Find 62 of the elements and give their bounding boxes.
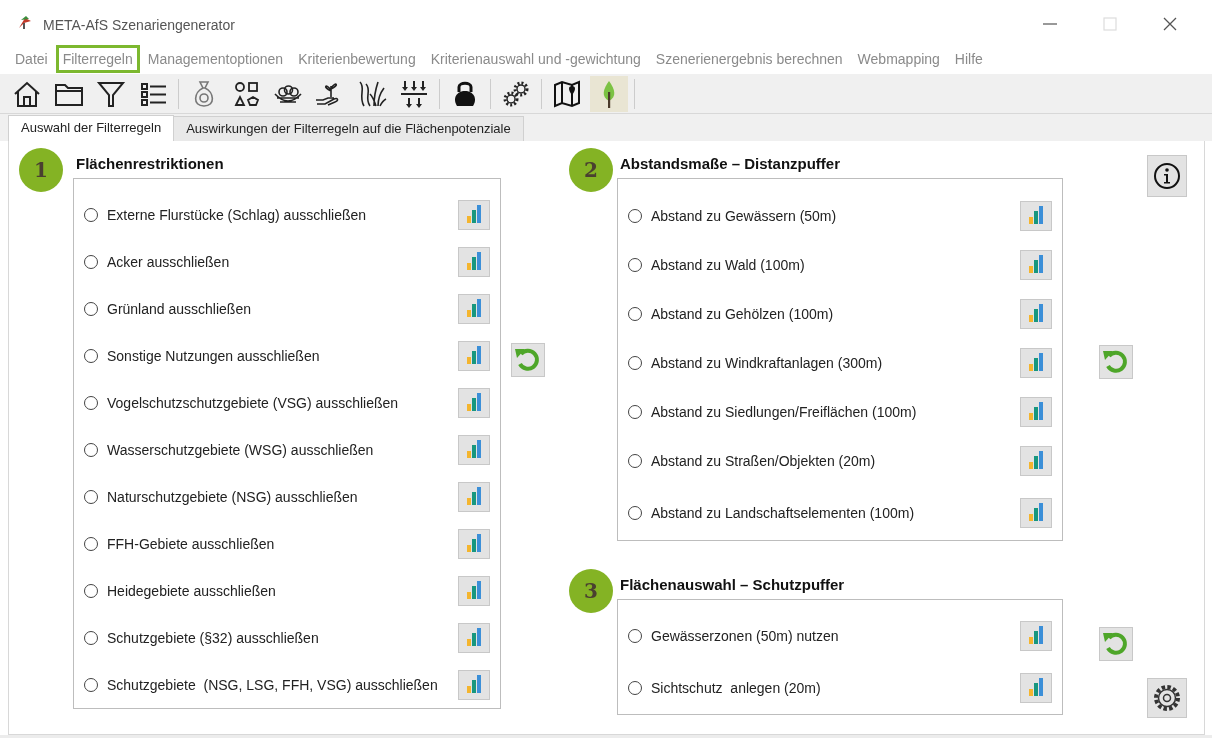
bar-chart-button[interactable] <box>458 434 490 465</box>
option-label: Abstand zu Wald (100m) <box>651 256 806 273</box>
window-title: META-AfS Szenariengenerator <box>43 16 235 33</box>
bar-chart-button[interactable] <box>1020 200 1052 231</box>
bar-chart-button[interactable] <box>1020 298 1052 329</box>
bar-chart-button[interactable] <box>458 622 490 653</box>
bar-chart-button[interactable] <box>458 199 490 230</box>
option-label: Abstand zu Windkraftanlagen (300m) <box>651 354 884 371</box>
close-icon[interactable] <box>1162 16 1178 32</box>
option-label: Gewässerzonen (50m) nutzen <box>651 628 840 644</box>
option-label: Wasserschutzgebiete (WSG) ausschließen <box>107 441 375 458</box>
info-button[interactable] <box>1147 155 1187 197</box>
menu-item[interactable]: Hilfe <box>947 45 990 73</box>
menu-item[interactable]: Managementoptionen <box>140 45 291 73</box>
step-number-badge: 2 <box>569 148 613 192</box>
option-label: Schutzgebiete (§32) ausschließen <box>107 629 320 646</box>
menu-item[interactable]: Szenerienergebnis berechnen <box>648 45 850 73</box>
bar-chart-button[interactable] <box>458 246 490 277</box>
bar-chart-button[interactable] <box>1020 445 1052 476</box>
option-label: Heidegebiete ausschließen <box>107 582 277 599</box>
bar-chart-button[interactable] <box>458 387 490 418</box>
bar-chart-button[interactable] <box>1020 347 1052 378</box>
bar-chart-button[interactable] <box>458 669 490 700</box>
option-label: Abstand zu Siedlungen/Freiflächen (100m) <box>651 403 918 420</box>
step-number-badge: 1 <box>19 148 63 192</box>
app-logo-icon <box>17 14 33 30</box>
bar-chart-button[interactable] <box>458 575 490 606</box>
option-label: Externe Flurstücke (Schlag) ausschließen <box>107 206 368 223</box>
bar-chart-button[interactable] <box>1020 621 1052 651</box>
menu-item[interactable]: Datei <box>8 45 55 73</box>
bar-chart-button[interactable] <box>1020 497 1052 528</box>
bar-chart-button[interactable] <box>458 481 490 512</box>
option-label: Schutzgebiete (NSG, LSG, FFH, VSG) ausschließen <box>107 676 439 693</box>
step-number-badge: 3 <box>569 569 613 613</box>
bar-chart-button[interactable] <box>1020 396 1052 427</box>
option-label: FFH-Gebiete ausschließen <box>107 535 276 552</box>
tab[interactable]: Auswirkungen der Filterregeln auf die Flächenpotenziale <box>173 116 524 141</box>
bar-chart-button[interactable] <box>458 528 490 559</box>
menu-item[interactable]: Webmapping <box>850 45 947 73</box>
option-label: Abstand zu Straßen/Objekten (20m) <box>651 452 877 469</box>
menu-item[interactable]: Kriterienbewertung <box>291 45 423 73</box>
menu-item[interactable]: Filterregeln <box>55 45 140 73</box>
option-label: Abstand zu Gehölzen (100m) <box>651 305 835 322</box>
settings-button[interactable] <box>1147 678 1187 718</box>
option-label: Abstand zu Landschaftselementen (100m) <box>651 504 916 521</box>
option-label: Naturschutzgebiete (NSG) ausschließen <box>107 488 359 505</box>
bar-chart-button[interactable] <box>458 293 490 324</box>
section-title: Flächenauswahl – Schutzpuffer <box>619 576 846 595</box>
section-title: Flächenrestriktionen <box>75 155 225 174</box>
option-label: Acker ausschließen <box>107 253 231 270</box>
toolbar-button[interactable] <box>590 75 628 112</box>
bar-chart-button[interactable] <box>1020 249 1052 280</box>
section-title: Abstandsmaße – Distanzpuffer <box>619 155 842 174</box>
option-label: Sichtschutz anlegen (20m) <box>651 680 822 696</box>
tab[interactable]: Auswahl der Filterregeln <box>8 115 175 141</box>
bar-chart-button[interactable] <box>1020 673 1052 703</box>
option-label: Grünland ausschließen <box>107 300 252 317</box>
bar-chart-button[interactable] <box>458 340 490 371</box>
option-label: Sonstige Nutzungen ausschließen <box>107 347 321 364</box>
menu-item[interactable]: Kriterienauswahl und -gewichtung <box>423 45 648 73</box>
option-label: Abstand zu Gewässern (50m) <box>651 207 838 224</box>
option-label: Vogelschutzschutzgebiete (VSG) ausschließen <box>107 394 400 411</box>
